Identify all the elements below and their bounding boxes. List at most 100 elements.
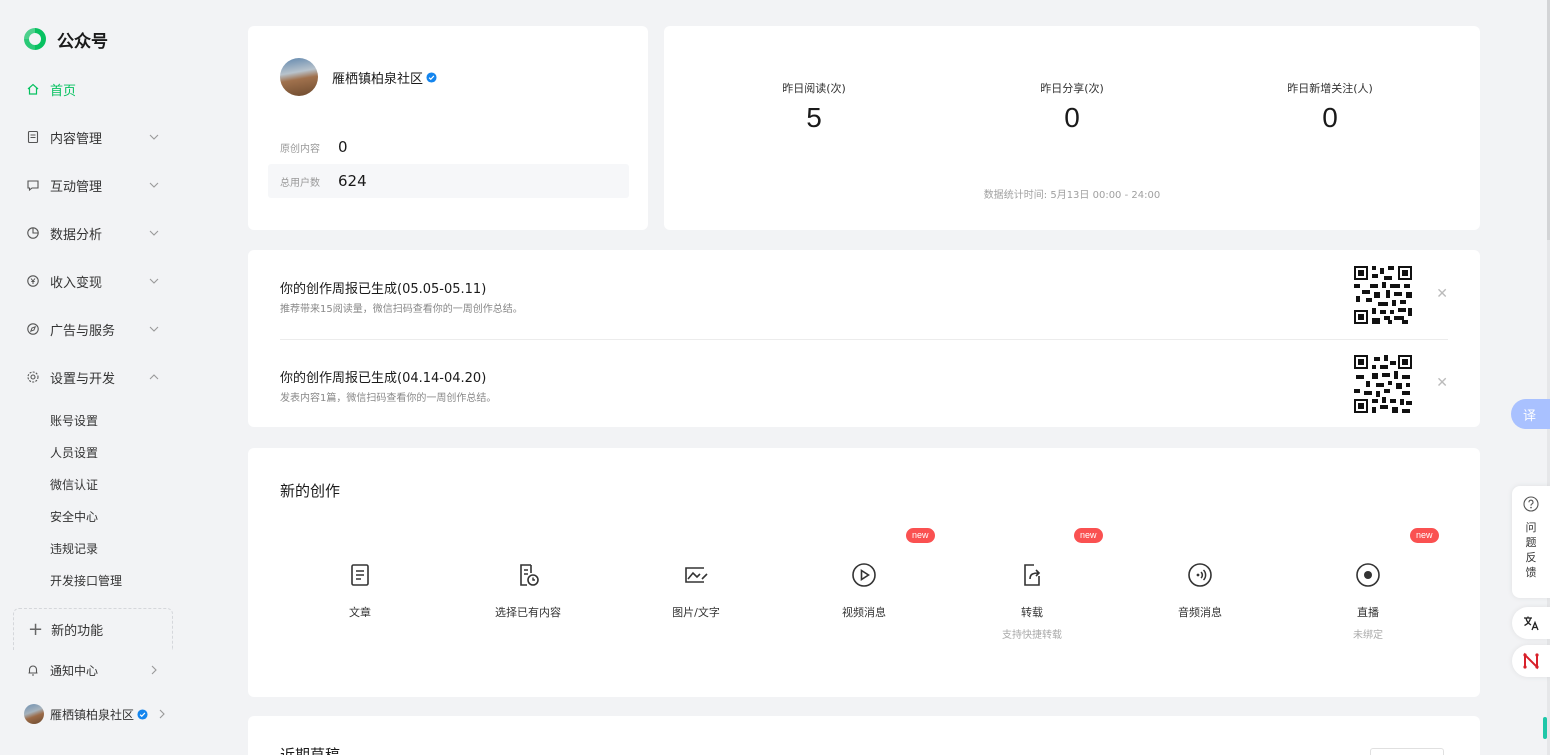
sidebar-item-label: 收入变现 bbox=[50, 275, 103, 291]
qr-code-icon bbox=[1354, 355, 1412, 413]
stat-label: 昨日分享(次) bbox=[1040, 82, 1104, 95]
chevron-down-icon bbox=[149, 134, 159, 140]
report-title: 你的创作周报已生成(04.14-04.20) bbox=[280, 371, 487, 386]
create-video-button[interactable]: 视频消息 bbox=[804, 562, 924, 620]
sidebar-item-label: 通知中心 bbox=[50, 663, 99, 678]
article-icon bbox=[351, 564, 369, 586]
chevron-up-icon bbox=[149, 374, 159, 380]
original-content-label: 原创内容 bbox=[280, 143, 320, 155]
weekly-reports-card: 你的创作周报已生成(05.05-05.11) 推荐带来15阅读量，微信扫码查看你… bbox=[248, 250, 1480, 427]
document-icon bbox=[27, 130, 39, 144]
tool-label: 音频消息 bbox=[1178, 606, 1222, 619]
sidebar-item-label: 首页 bbox=[50, 83, 77, 99]
tool-sublabel: 支持快捷转载 bbox=[1002, 630, 1062, 641]
close-icon[interactable]: ✕ bbox=[1436, 286, 1448, 302]
tool-label: 视频消息 bbox=[842, 606, 886, 619]
yesterday-stats-card: 昨日阅读(次) 5 昨日分享(次) 0 昨日新增关注(人) 0 数据统计时间: … bbox=[664, 26, 1480, 230]
tool-label: 转载 bbox=[1021, 606, 1043, 619]
weekly-report-item: 你的创作周报已生成(04.14-04.20) 发表内容1篇，微信扫码查看你的一周… bbox=[280, 339, 1448, 427]
chat-icon bbox=[27, 180, 39, 192]
report-description: 发表内容1篇，微信扫码查看你的一周创作总结。 bbox=[280, 393, 497, 404]
video-icon bbox=[852, 563, 876, 587]
new-badge: new bbox=[1074, 528, 1103, 543]
sidebar-item-label: 数据分析 bbox=[50, 227, 103, 243]
sidebar-item-label: 互动管理 bbox=[50, 179, 103, 195]
tool-sublabel: 未绑定 bbox=[1353, 630, 1383, 641]
pie-chart-icon bbox=[27, 227, 39, 239]
sidebar-subitem-developer-api[interactable]: 开发接口管理 bbox=[50, 572, 122, 589]
sidebar-item-settings[interactable]: 设置与开发 bbox=[26, 366, 166, 388]
create-image-text-button[interactable]: 图片/文字 bbox=[636, 562, 756, 620]
section-title: 新的创作 bbox=[280, 482, 341, 500]
stat-value: 0 bbox=[1064, 102, 1080, 133]
stat-label: 昨日阅读(次) bbox=[782, 82, 846, 95]
create-article-button[interactable]: 文章 bbox=[300, 562, 420, 620]
sidebar-item-monetization[interactable]: 收入变现 bbox=[26, 270, 166, 292]
stat-reads: 昨日阅读(次) 5 bbox=[724, 80, 904, 134]
close-icon[interactable]: ✕ bbox=[1436, 375, 1448, 391]
sidebar-item-label: 内容管理 bbox=[50, 131, 103, 147]
question-icon bbox=[1523, 496, 1539, 512]
verified-icon bbox=[137, 708, 148, 720]
recent-drafts-card: 近期草稿 bbox=[248, 716, 1480, 755]
extension-button[interactable] bbox=[1512, 645, 1550, 677]
accessibility-button[interactable] bbox=[1512, 607, 1550, 639]
sidebar-item-interaction[interactable]: 互动管理 bbox=[26, 174, 166, 196]
weekly-report-item: 你的创作周报已生成(05.05-05.11) 推荐带来15阅读量，微信扫码查看你… bbox=[280, 250, 1448, 338]
tool-label: 图片/文字 bbox=[672, 606, 720, 619]
create-audio-button[interactable]: 音频消息 bbox=[1140, 562, 1260, 620]
account-switcher[interactable]: 雁栖镇柏泉社区 bbox=[24, 704, 168, 724]
stat-label: 昨日新增关注(人) bbox=[1287, 82, 1373, 95]
sidebar-item-label: 设置与开发 bbox=[50, 371, 116, 387]
create-existing-content-button[interactable]: 选择已有内容 bbox=[468, 562, 588, 620]
sidebar-item-analytics[interactable]: 数据分析 bbox=[26, 222, 166, 244]
drafts-action-button[interactable] bbox=[1370, 748, 1444, 755]
home-icon bbox=[27, 83, 39, 95]
avatar[interactable] bbox=[280, 58, 318, 96]
sidebar-subitem-account-settings[interactable]: 账号设置 bbox=[50, 412, 98, 429]
translate-button[interactable]: 译 bbox=[1511, 399, 1550, 429]
wechat-official-logo-icon bbox=[24, 28, 46, 50]
chevron-down-icon bbox=[149, 230, 159, 236]
new-feature-button[interactable]: + 新的功能 bbox=[13, 608, 173, 650]
translate-language-icon bbox=[1524, 616, 1539, 631]
sidebar-item-ads[interactable]: 广告与服务 bbox=[26, 318, 166, 340]
feedback-button[interactable]: 问题反馈 bbox=[1512, 486, 1550, 598]
image-text-icon bbox=[685, 567, 708, 583]
original-content-value: 0 bbox=[338, 138, 348, 156]
yen-icon bbox=[27, 275, 39, 287]
chevron-right-icon bbox=[159, 709, 165, 719]
new-badge: new bbox=[1410, 528, 1439, 543]
avatar bbox=[24, 704, 44, 724]
new-creation-card: 新的创作 new new new 文章 选择已有内容 图片/文字 视频消息 转载… bbox=[248, 448, 1480, 697]
audio-icon bbox=[1188, 563, 1212, 587]
network-logo-icon bbox=[1523, 652, 1539, 670]
repost-icon bbox=[1024, 564, 1041, 586]
sidebar-subitem-security-center[interactable]: 安全中心 bbox=[50, 508, 98, 525]
sidebar-item-label: 广告与服务 bbox=[50, 323, 116, 339]
sidebar-subitem-wechat-verification[interactable]: 微信认证 bbox=[50, 476, 98, 493]
create-live-button[interactable]: 直播 未绑定 bbox=[1308, 562, 1428, 641]
stat-follows: 昨日新增关注(人) 0 bbox=[1240, 80, 1420, 134]
sidebar-item-notifications[interactable]: 通知中心 bbox=[26, 659, 166, 681]
create-repost-button[interactable]: 转载 支持快捷转载 bbox=[972, 562, 1092, 641]
gear-icon bbox=[27, 371, 39, 383]
total-users-value: 624 bbox=[338, 172, 367, 190]
app-title: 公众号 bbox=[57, 31, 108, 52]
bell-icon bbox=[28, 665, 38, 676]
new-badge: new bbox=[906, 528, 935, 543]
sidebar-item-content[interactable]: 内容管理 bbox=[26, 126, 166, 148]
chevron-down-icon bbox=[149, 326, 159, 332]
logo[interactable]: 公众号 bbox=[22, 26, 108, 52]
sidebar: 公众号 首页 内容管理 互动管理 数据分析 收入变现 广告与服务 设置与开发 账… bbox=[0, 0, 190, 755]
tool-label: 直播 bbox=[1357, 606, 1379, 619]
account-title[interactable]: 雁栖镇柏泉社区 bbox=[332, 68, 437, 87]
report-title: 你的创作周报已生成(05.05-05.11) bbox=[280, 282, 487, 297]
feedback-label: 问题反馈 bbox=[1525, 521, 1537, 579]
sidebar-subitem-violation-records[interactable]: 违规记录 bbox=[50, 540, 98, 557]
chevron-down-icon bbox=[149, 182, 159, 188]
account-name: 雁栖镇柏泉社区 bbox=[332, 72, 424, 87]
plus-icon: + bbox=[28, 618, 44, 640]
sidebar-subitem-staff-settings[interactable]: 人员设置 bbox=[50, 444, 98, 461]
sidebar-item-home[interactable]: 首页 bbox=[26, 78, 166, 100]
